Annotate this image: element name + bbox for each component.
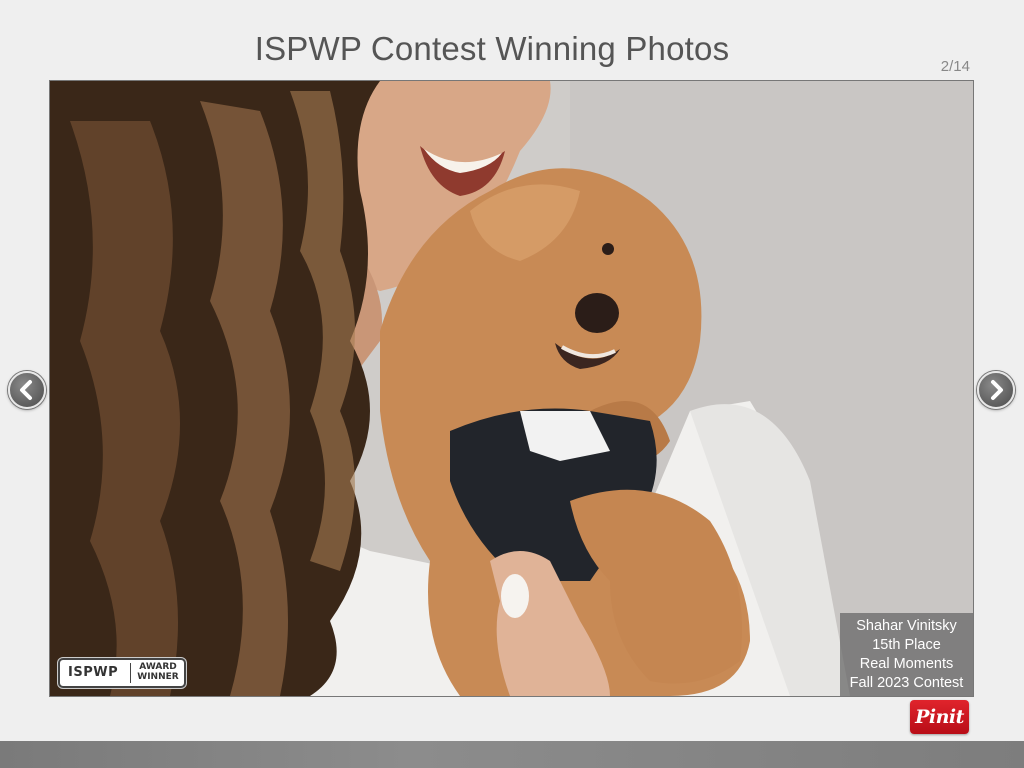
badge-line-winner: WINNER [137,672,179,682]
next-photo-button[interactable] [977,371,1015,409]
photo-frame[interactable]: ISPWP AWARD WINNER Shahar Vinitsky 15th … [49,80,974,697]
award-winner-badge: ISPWP AWARD WINNER [58,658,186,688]
photo-caption: Shahar Vinitsky 15th Place Real Moments … [840,613,973,696]
badge-brand: ISPWP [68,665,119,680]
badge-divider [130,663,131,683]
caption-category: Real Moments [859,656,954,672]
badge-line-award: AWARD [139,662,177,672]
caption-photographer: Shahar Vinitsky [856,618,957,634]
badge-text: AWARD WINNER [134,662,182,682]
caption-contest: Fall 2023 Contest [849,675,964,691]
bottom-bar [0,741,1024,768]
chevron-right-icon [991,380,1003,400]
chevron-left-icon [20,380,32,400]
pin-it-button[interactable]: Pinit [910,700,969,734]
page-title: ISPWP Contest Winning Photos [254,30,730,67]
caption-place: 15th Place [872,637,941,653]
contest-photo [50,81,973,696]
slideshow-page: ISPWP Contest Winning Photos 2/14 ISPWP … [0,0,1024,768]
previous-photo-button[interactable] [8,371,46,409]
slide-counter: 2/14 [940,58,970,75]
